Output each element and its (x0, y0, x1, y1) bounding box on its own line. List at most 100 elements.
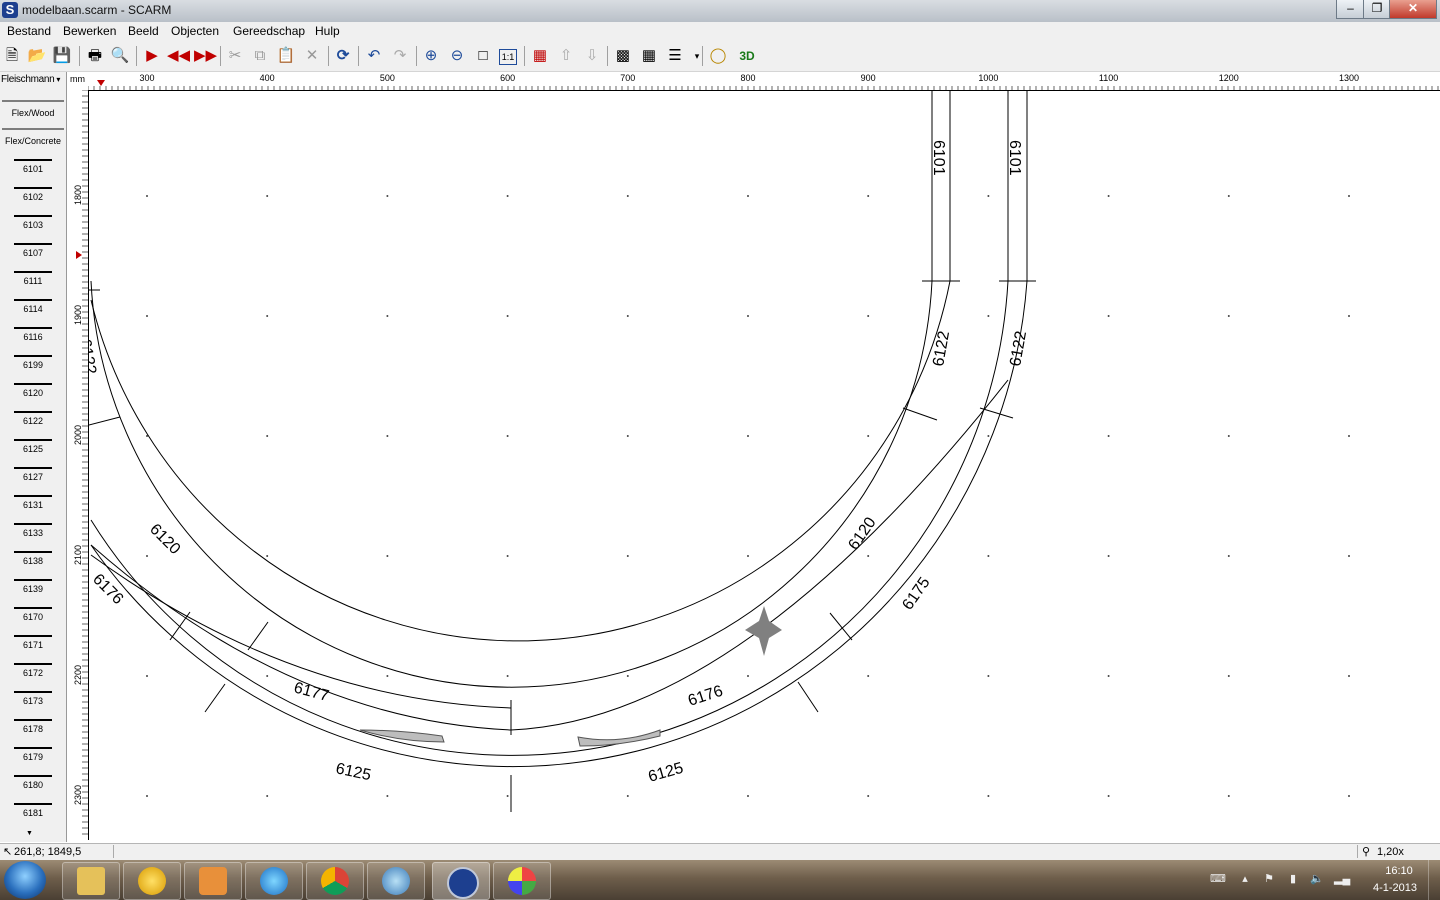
save-icon[interactable]: 💾 (52, 46, 72, 66)
tray-expand-icon[interactable]: ▴ (1238, 872, 1252, 886)
part-6101[interactable]: 6101 (4, 150, 62, 178)
start-button[interactable] (4, 861, 46, 899)
view-3d-icon[interactable]: 3D (737, 46, 757, 66)
app-logo[interactable]: S (2, 2, 18, 18)
part-6116[interactable]: 6116 (4, 318, 62, 346)
redo-icon[interactable]: ↷ (390, 46, 410, 66)
menu-beeld[interactable]: Beeld (128, 24, 159, 38)
grid-dot (386, 555, 389, 557)
lower-icon[interactable]: ⇩ (582, 46, 602, 66)
network-icon[interactable]: ▂▄ (1334, 872, 1350, 886)
lift-icon[interactable]: ⇧ (556, 46, 576, 66)
layout-canvas[interactable]: 6101 6101 6122 6122 6122 6120 6120 6175 … (89, 91, 1440, 841)
rotate-icon[interactable]: ⟳ (333, 46, 353, 66)
print-preview-icon[interactable]: 🔍 (110, 46, 130, 66)
part-6120[interactable]: 6120 (4, 374, 62, 402)
grid-dot (266, 435, 269, 437)
part-6127[interactable]: 6127 (4, 458, 62, 486)
open-folder-icon[interactable]: 📂 (27, 46, 47, 66)
taskbar-explorer[interactable] (62, 862, 120, 900)
inner-loop-rail[interactable] (90, 280, 951, 642)
play-icon[interactable]: ▶ (142, 46, 162, 66)
copy-icon[interactable]: ⧉ (250, 46, 270, 66)
platform-right[interactable] (577, 729, 661, 747)
part-6111[interactable]: 6111 (4, 262, 62, 290)
keyboard-icon[interactable]: ⌨ (1210, 872, 1226, 886)
inner-loop-rail[interactable] (90, 280, 933, 688)
taskbar-paint[interactable] (493, 862, 551, 900)
action-center-flag-icon[interactable]: ⚑ (1262, 872, 1276, 886)
part-6139[interactable]: 6139 (4, 570, 62, 598)
part-6133[interactable]: 6133 (4, 514, 62, 542)
clock-time[interactable]: 16:10 (1377, 865, 1421, 877)
outer-loop-rail[interactable] (90, 280, 1028, 767)
part-6131[interactable]: 6131 (4, 486, 62, 514)
volume-icon[interactable]: 🔈 (1310, 872, 1324, 886)
grid-dot (626, 195, 629, 197)
turnout-branch-rail[interactable] (90, 379, 1009, 731)
zoom-actual-icon[interactable]: 1:1 (499, 49, 517, 65)
grid-icon[interactable]: ▦ (639, 46, 659, 66)
part-6114[interactable]: 6114 (4, 290, 62, 318)
taskbar-media[interactable] (184, 862, 242, 900)
undo-icon[interactable]: ↶ (364, 46, 384, 66)
explorer-icon (77, 867, 105, 895)
part-6199[interactable]: 6199 (4, 346, 62, 374)
part-6179[interactable]: 6179 (4, 738, 62, 766)
part-6138[interactable]: 6138 (4, 542, 62, 570)
menu-objecten[interactable]: Objecten (171, 24, 219, 38)
part-6125[interactable]: 6125 (4, 430, 62, 458)
menu-bewerken[interactable]: Bewerken (63, 24, 116, 38)
menu-gereedschap[interactable]: Gereedschap (233, 24, 305, 38)
part-6181[interactable]: 6181 (4, 794, 62, 822)
part-6178[interactable]: 6178 (4, 710, 62, 738)
platform-left[interactable] (359, 729, 445, 743)
show-desktop-button[interactable] (1428, 860, 1440, 900)
cut-icon[interactable]: ✂ (225, 46, 245, 66)
bridge-icon[interactable]: ▩ (613, 46, 633, 66)
clock-date[interactable]: 4-1-2013 (1365, 882, 1425, 894)
part-label: 6101 (22, 164, 44, 174)
part-6102[interactable]: 6102 (4, 178, 62, 206)
minimize-button[interactable]: – (1336, 0, 1365, 19)
group-flex-wood[interactable]: Flex/Wood (2, 100, 64, 124)
grid-dot (626, 435, 629, 437)
menu-hulp[interactable]: Hulp (315, 24, 340, 38)
layers-dropdown-icon[interactable]: ▾ (687, 46, 707, 66)
signal-marker[interactable] (745, 606, 782, 656)
taskbar-ie[interactable] (245, 862, 303, 900)
grid-dot (987, 675, 990, 677)
zoom-out-icon[interactable]: ⊖ (447, 46, 467, 66)
app-5-icon (382, 867, 410, 895)
part-6172[interactable]: 6172 (4, 654, 62, 682)
measure-icon[interactable]: ◯ (708, 46, 728, 66)
maximize-button[interactable]: ❐ (1363, 0, 1391, 19)
close-button[interactable]: ✕ (1389, 0, 1437, 19)
menu-bestand[interactable]: Bestand (7, 24, 51, 38)
zoom-in-icon[interactable]: ⊕ (421, 46, 441, 66)
part-6170[interactable]: 6170 (4, 598, 62, 626)
scroll-down-icon[interactable]: ▼ (26, 830, 33, 837)
part-6103[interactable]: 6103 (4, 206, 62, 234)
print-icon[interactable]: 🖶 (85, 46, 105, 66)
power-icon[interactable]: ▮ (1286, 872, 1300, 886)
layers-icon[interactable]: ☰ (665, 46, 685, 66)
part-6171[interactable]: 6171 (4, 626, 62, 654)
part-6122[interactable]: 6122 (4, 402, 62, 430)
taskbar-chrome[interactable] (306, 862, 364, 900)
part-6180[interactable]: 6180 (4, 766, 62, 794)
fast-forward-icon[interactable]: ▶▶ (194, 46, 217, 66)
paste-icon[interactable]: 📋 (276, 46, 296, 66)
new-file-icon[interactable]: 🗎 (2, 46, 22, 66)
group-flex-concrete[interactable]: Flex/Concrete (2, 128, 64, 152)
library-select[interactable]: Fleischmann ▾ (1, 74, 64, 88)
delete-icon[interactable]: ✕ (302, 46, 322, 66)
rewind-icon[interactable]: ◀◀ (167, 46, 190, 66)
taskbar-scarm[interactable] (432, 862, 490, 900)
part-6173[interactable]: 6173 (4, 682, 62, 710)
part-6107[interactable]: 6107 (4, 234, 62, 262)
taskbar-app-e[interactable] (123, 862, 181, 900)
track-tool-icon[interactable]: ▦ (530, 46, 550, 66)
taskbar-app-5[interactable] (367, 862, 425, 900)
zoom-fit-icon[interactable]: □ (473, 46, 493, 66)
